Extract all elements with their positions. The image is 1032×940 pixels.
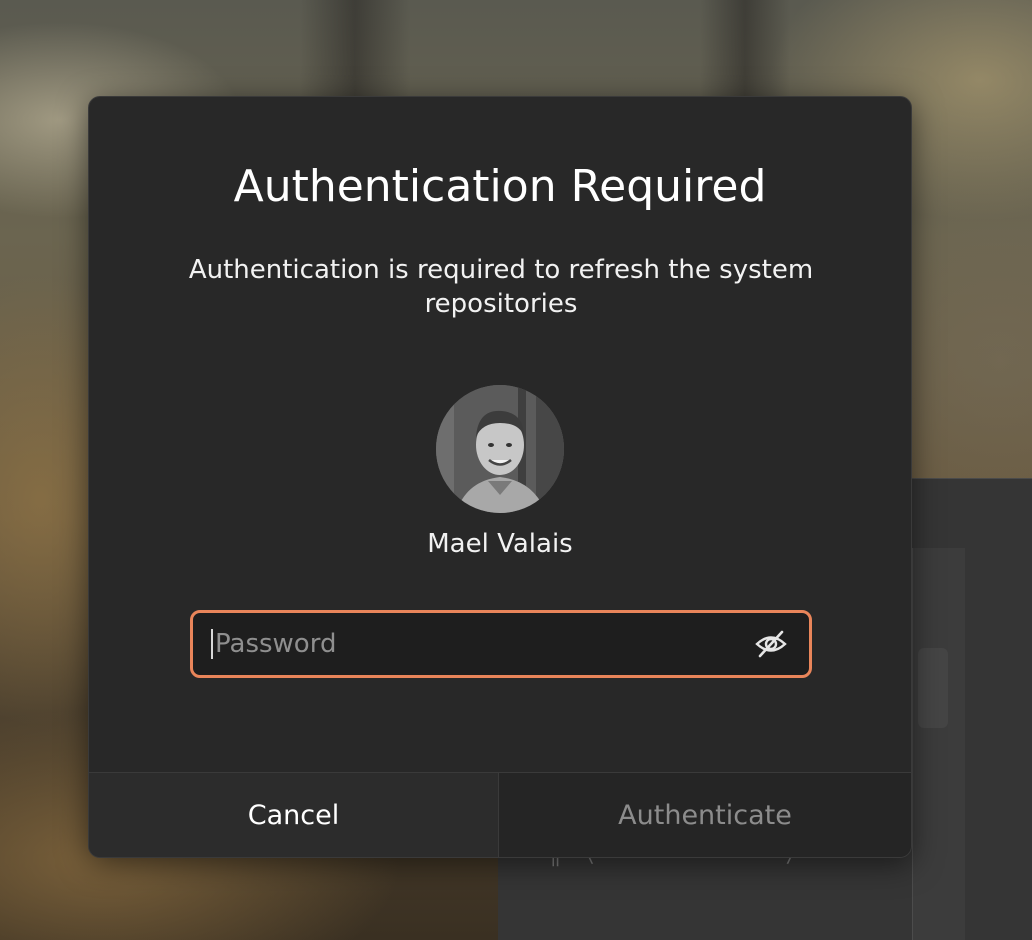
desktop-background: ‖ \ / Authentication Required Authentica…: [0, 0, 1032, 940]
user-name: Mael Valais: [427, 529, 573, 559]
avatar: [436, 385, 564, 513]
password-input[interactable]: [213, 613, 751, 675]
user-photo: [436, 385, 564, 513]
background-window-chip: [918, 648, 948, 728]
cancel-button[interactable]: Cancel: [89, 773, 499, 857]
dialog-title: Authentication Required: [233, 161, 767, 212]
password-field[interactable]: [190, 610, 812, 678]
authentication-dialog: Authentication Required Authentication i…: [88, 96, 912, 858]
dialog-button-bar: Cancel Authenticate: [89, 772, 911, 857]
authenticate-button[interactable]: Authenticate: [499, 773, 911, 857]
dialog-message: Authentication is required to refresh th…: [188, 255, 814, 319]
background-window-panel: [912, 548, 965, 940]
eye-slash-icon[interactable]: [751, 624, 791, 664]
